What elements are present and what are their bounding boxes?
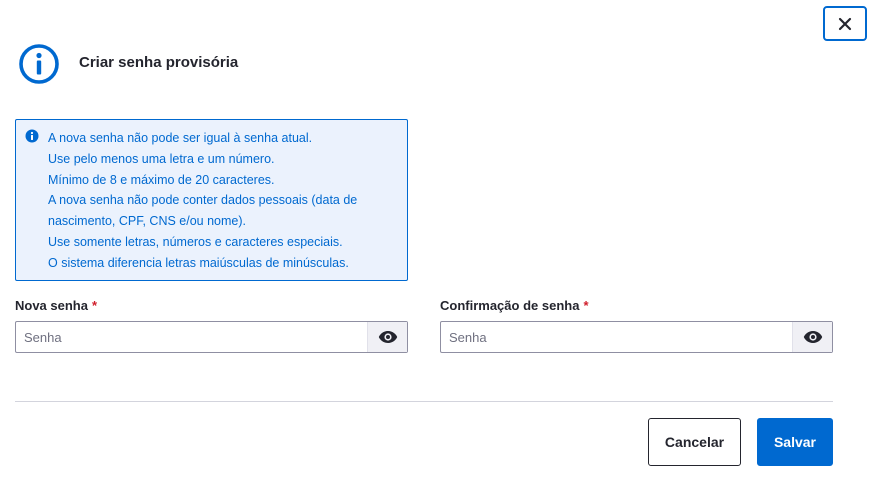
close-button[interactable] xyxy=(823,6,867,41)
new-password-label: Nova senha * xyxy=(15,297,408,315)
eye-icon xyxy=(803,331,822,343)
confirm-password-label-text: Confirmação de senha xyxy=(440,298,580,313)
password-rules-list: A nova senha não pode ser igual à senha … xyxy=(48,128,357,274)
required-mark: * xyxy=(91,298,98,313)
confirm-password-input-wrapper xyxy=(440,321,833,353)
password-rule: nascimento, CPF, CNS e/ou nome). xyxy=(48,214,246,229)
password-rule: A nova senha não pode conter dados pesso… xyxy=(48,193,358,208)
footer-divider xyxy=(15,401,833,402)
confirm-password-input[interactable] xyxy=(441,322,792,352)
info-circle-icon xyxy=(19,44,59,84)
create-temporary-password-dialog: Criar senha provisória A nova senha não … xyxy=(0,0,870,480)
dialog-title: Criar senha provisória xyxy=(79,54,239,71)
eye-icon xyxy=(378,331,397,343)
save-button[interactable]: Salvar xyxy=(757,418,833,466)
required-mark: * xyxy=(583,298,589,313)
new-password-input-wrapper xyxy=(15,321,408,353)
close-icon xyxy=(838,17,852,30)
password-rules-alert: A nova senha não pode ser igual à senha … xyxy=(15,119,408,281)
password-rule: Use somente letras, números e caracteres… xyxy=(48,234,343,249)
confirm-password-field: Confirmação de senha * xyxy=(440,297,833,353)
password-rule: Mínimo de 8 e máximo de 20 caracteres. xyxy=(48,172,275,187)
password-rule: A nova senha não pode ser igual à senha … xyxy=(48,131,313,145)
new-password-input[interactable] xyxy=(16,322,367,352)
cancel-button[interactable]: Cancelar xyxy=(648,418,741,466)
confirm-password-label: Confirmação de senha * xyxy=(440,297,833,315)
new-password-label-text: Nova senha xyxy=(15,298,88,313)
password-rule: O sistema diferencia letras maiúsculas d… xyxy=(48,255,349,270)
password-rule: Use pelo menos uma letra e um número. xyxy=(48,151,275,166)
info-icon xyxy=(25,129,39,143)
show-new-password-button[interactable] xyxy=(367,322,407,352)
new-password-field: Nova senha * xyxy=(15,297,408,353)
show-confirm-password-button[interactable] xyxy=(792,322,832,352)
